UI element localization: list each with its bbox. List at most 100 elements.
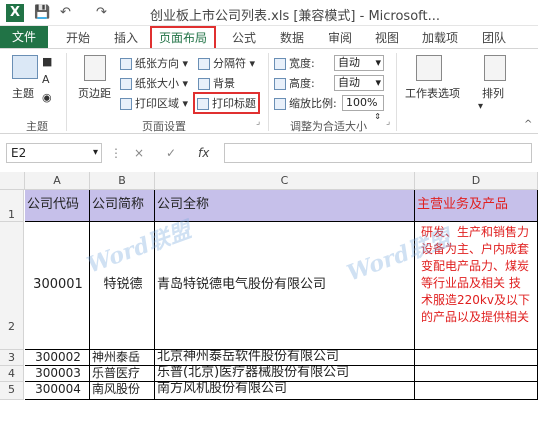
width-combo[interactable]: 自动 ▾ (334, 55, 384, 71)
column-header-d[interactable]: D (415, 172, 538, 190)
cell-a5[interactable]: 300004 (25, 382, 90, 400)
height-text: 高度: (289, 77, 315, 90)
scale-launcher-icon[interactable]: ⌟ (386, 117, 390, 127)
orientation-label: 纸张方向 (135, 57, 179, 70)
print-titles-label: 打印标题 (212, 97, 256, 110)
height-label: 高度: (274, 75, 315, 91)
size-button[interactable]: 纸张大小 ▾ (120, 75, 188, 91)
cell-c3[interactable]: 北京神州泰岳软件股份有限公司 (155, 350, 415, 366)
print-area-button[interactable]: 打印区域 ▾ (120, 95, 188, 111)
scale-value: 100% (346, 96, 378, 109)
tab-insert[interactable]: 插入 (114, 29, 138, 46)
cell-a3[interactable]: 300002 (25, 350, 90, 366)
group-label-scale: 调整为合适大小 (290, 120, 367, 133)
page-setup-launcher-icon[interactable]: ⌟ (256, 117, 260, 127)
tab-team[interactable]: 团队 (482, 29, 506, 46)
row-header-2[interactable]: 2 (0, 222, 24, 350)
margins-icon[interactable] (84, 55, 106, 81)
arrange-icon[interactable] (484, 55, 506, 81)
cell-a1[interactable]: 公司代码 (25, 190, 90, 222)
arrange-button[interactable]: 排列 (482, 85, 504, 101)
undo-icon[interactable]: ↶ (60, 5, 71, 20)
cell-b4[interactable]: 乐普医疗 (90, 366, 155, 382)
background-button[interactable]: 背景 (198, 75, 235, 91)
column-header-a[interactable]: A (25, 172, 90, 190)
height-value: 自动 (338, 76, 360, 89)
cell-a4[interactable]: 300003 (25, 366, 90, 382)
scale-icon (274, 98, 286, 110)
width-icon (274, 58, 286, 70)
print-area-label: 打印区域 (135, 97, 179, 110)
themes-icon[interactable] (12, 55, 38, 79)
cell-d5[interactable] (415, 382, 538, 400)
group-divider (268, 53, 269, 131)
row-header-3[interactable]: 3 (0, 350, 24, 366)
tab-home[interactable]: 开始 (66, 29, 90, 46)
colors-icon[interactable]: ■ (42, 55, 52, 68)
cell-c4[interactable]: 乐普(北京)医疗器械股份有限公司 (155, 366, 415, 382)
height-combo[interactable]: 自动 ▾ (334, 75, 384, 91)
breaks-button[interactable]: 分隔符 ▾ (198, 55, 255, 71)
cell-d1[interactable]: 主营业务及产品 (415, 190, 538, 222)
scale-label: 缩放比例: (274, 95, 337, 111)
tab-review[interactable]: 审阅 (328, 29, 352, 46)
breaks-label: 分隔符 (213, 57, 246, 70)
tab-file[interactable]: 文件 (0, 26, 48, 48)
name-box[interactable]: E2 ▾ (6, 143, 102, 163)
cell-b1[interactable]: 公司简称 (90, 190, 155, 222)
size-label: 纸张大小 (135, 77, 179, 90)
width-value: 自动 (338, 56, 360, 69)
tab-addins[interactable]: 加载项 (422, 29, 458, 46)
sheet-options-icon[interactable] (416, 55, 442, 81)
height-icon (274, 78, 286, 90)
cell-c1[interactable]: 公司全称 (155, 190, 415, 222)
name-box-value: E2 (11, 146, 27, 160)
formula-input[interactable] (224, 143, 532, 163)
chevron-down-icon: ▾ (375, 56, 381, 69)
print-titles-button[interactable]: 打印标题 (193, 92, 260, 114)
save-icon[interactable]: 💾 (34, 5, 50, 20)
ribbon: ■ A ◉ 主题 主题 页边距 纸张方向 ▾ 纸张大小 ▾ 打印区域 ▾ 分隔符… (0, 48, 538, 134)
row-header-5[interactable]: 5 (0, 382, 24, 400)
orientation-icon (120, 58, 132, 70)
tab-data[interactable]: 数据 (280, 29, 304, 46)
themes-button[interactable]: 主题 (12, 85, 34, 101)
cancel-icon[interactable]: × (134, 146, 144, 160)
cell-b5[interactable]: 南风股份 (90, 382, 155, 400)
chevron-down-icon: ▾ (92, 147, 98, 158)
fonts-icon[interactable]: A (42, 73, 50, 86)
print-area-icon (120, 98, 132, 110)
spinner-arrows-icon: ⇕ (374, 112, 381, 121)
tab-view[interactable]: 视图 (375, 29, 399, 46)
enter-icon[interactable]: ✓ (166, 146, 176, 160)
margins-button[interactable]: 页边距 (78, 85, 111, 101)
width-label: 宽度: (274, 55, 315, 71)
group-divider (396, 53, 397, 131)
row-header-1[interactable]: 1 (0, 190, 24, 222)
select-all-corner[interactable] (0, 172, 25, 190)
title-bar: X 💾 ↶ ↷ 创业板上市公司列表.xls [兼容模式] - Microsoft… (0, 0, 538, 26)
orientation-button[interactable]: 纸张方向 ▾ (120, 55, 188, 71)
background-label: 背景 (213, 77, 235, 90)
size-icon (120, 78, 132, 90)
effects-icon[interactable]: ◉ (42, 91, 52, 104)
group-label-theme: 主题 (26, 120, 48, 133)
cell-d3[interactable] (415, 350, 538, 366)
insert-function-icon[interactable]: fx (198, 146, 209, 160)
sheet-options-button[interactable]: 工作表选项 (405, 85, 460, 101)
redo-icon[interactable]: ↷ (96, 5, 107, 20)
group-label-page-setup: 页面设置 (142, 120, 186, 133)
cell-b3[interactable]: 神州泰岳 (90, 350, 155, 366)
column-header-b[interactable]: B (90, 172, 155, 190)
collapse-ribbon-icon[interactable]: ^ (524, 119, 532, 130)
column-header-c[interactable]: C (155, 172, 415, 190)
row-header-4[interactable]: 4 (0, 366, 24, 382)
cell-c5[interactable]: 南方风机股份有限公司 (155, 382, 415, 400)
scale-text: 缩放比例: (289, 97, 337, 110)
cell-d4[interactable] (415, 366, 538, 382)
window-title: 创业板上市公司列表.xls [兼容模式] - Microsoft... (150, 9, 440, 24)
scale-spinner[interactable]: 100% ⇕ (342, 95, 384, 121)
tab-formulas[interactable]: 公式 (232, 29, 256, 46)
tab-page-layout[interactable]: 页面布局 (150, 26, 216, 50)
cell-a2[interactable]: 300001 (25, 222, 90, 350)
